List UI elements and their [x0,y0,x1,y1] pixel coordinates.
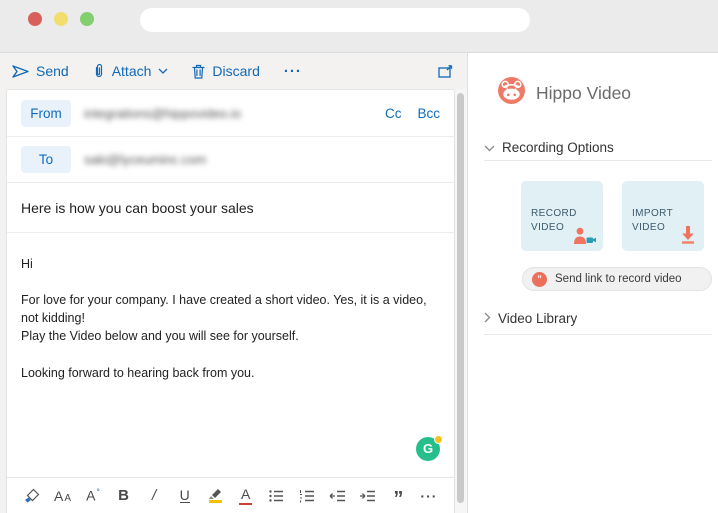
numbered-list-button[interactable] [298,488,316,504]
browser-chrome [0,0,718,52]
send-label: Send [36,63,69,79]
record-video-card[interactable]: RECORD VIDEO [521,181,603,251]
font-icon: AA [54,488,71,504]
more-formatting-button[interactable]: ··· [420,488,438,504]
compose-card: From integrations@hippovideo.io Cc Bcc T… [6,89,455,513]
formatting-toolbar: AA A° B / U A [7,477,454,513]
popout-icon [438,65,453,78]
minimize-button[interactable] [54,12,68,26]
to-field-button[interactable]: To [21,146,71,173]
video-library-section[interactable]: Video Library [484,311,577,326]
send-link-label: Send link to record video [555,273,682,285]
from-row: From integrations@hippovideo.io Cc Bcc [7,90,454,137]
format-painter-icon [24,488,40,504]
discard-button[interactable]: Discard [192,63,259,79]
italic-button[interactable]: / [145,487,163,504]
subject-input[interactable]: Here is how you can boost your sales [21,200,254,216]
speech-bubble-icon: ” [532,272,547,287]
bullet-list-button[interactable] [267,488,285,504]
open-in-new-window-button[interactable] [438,65,453,78]
close-button[interactable] [28,12,42,26]
font-color-button[interactable]: A [237,486,255,506]
import-video-label-1: IMPORT [632,207,704,221]
more-actions-button[interactable]: ··· [284,63,302,80]
attach-label: Attach [112,63,152,79]
increase-indent-button[interactable] [359,488,377,504]
hippo-video-panel: Hippo Video Recording Options RECORD VID… [467,53,718,513]
recording-cards: RECORD VIDEO IMPORT VIDEO [521,181,704,251]
chevron-down-icon [158,68,168,74]
section-divider [484,334,712,335]
indent-icon [359,488,376,504]
compose-pane: Send Attach Discard ··· From [0,53,467,513]
highlight-color-bar [209,500,222,503]
discard-label: Discard [212,63,259,79]
font-button[interactable]: AA [54,488,72,504]
recording-options-label: Recording Options [502,140,614,155]
app-header: Hippo Video [498,77,631,109]
from-address: integrations@hippovideo.io [84,106,241,121]
message-body[interactable]: Hi For love for your company. I have cre… [7,233,454,477]
body-greeting: Hi [21,255,440,273]
section-divider [484,160,712,161]
zoom-button[interactable] [80,12,94,26]
decrease-indent-button[interactable] [328,488,346,504]
underline-button[interactable]: U [176,488,194,504]
numbered-list-icon [299,488,315,504]
highlighter-icon [208,488,222,499]
send-button[interactable]: Send [12,63,69,79]
subject-row[interactable]: Here is how you can boost your sales [7,183,454,233]
chevron-down-icon [484,140,495,155]
attach-button[interactable]: Attach [93,63,169,79]
chevron-right-icon [484,311,491,326]
recording-options-section[interactable]: Recording Options [484,140,614,155]
grammarly-icon[interactable]: G [416,437,440,461]
outdent-icon [329,488,346,504]
compose-toolbar: Send Attach Discard ··· [0,53,467,89]
body-paragraph-1: For love for your company. I have create… [21,291,440,345]
bold-button[interactable]: B [115,487,133,504]
cc-bcc-links: Cc Bcc [385,106,440,121]
cc-link[interactable]: Cc [385,106,402,121]
bcc-link[interactable]: Bcc [417,106,440,121]
paperclip-icon [93,63,105,79]
font-color-bar [239,503,252,506]
trash-icon [192,64,205,79]
main-content: Send Attach Discard ··· From [0,52,718,513]
quote-button[interactable]: ” [389,488,407,504]
underline-icon: U [180,488,190,504]
send-icon [12,64,29,79]
font-size-icon: A° [86,487,100,504]
highlight-button[interactable] [206,488,224,503]
hippo-video-logo-icon [498,77,525,109]
app-window: Send Attach Discard ··· From [0,0,718,513]
format-painter-button[interactable] [23,488,41,504]
app-title: Hippo Video [536,83,631,104]
record-video-label-1: RECORD [531,207,603,221]
import-video-card[interactable]: IMPORT VIDEO [622,181,704,251]
video-library-label: Video Library [498,311,577,326]
to-row: To saki@lyceuminc.com [7,137,454,183]
grammarly-badge [434,435,443,444]
vertical-scrollbar[interactable] [455,89,467,513]
font-size-button[interactable]: A° [84,487,102,504]
from-field-button[interactable]: From [21,100,71,127]
grammarly-glyph: G [423,440,433,459]
address-bar[interactable] [140,8,530,32]
send-link-to-record-button[interactable]: ” Send link to record video [522,267,712,291]
to-address: saki@lyceuminc.com [84,152,206,167]
bullet-list-icon [268,488,284,504]
body-paragraph-2: Looking forward to hearing back from you… [21,364,440,382]
scrollbar-thumb[interactable] [457,93,464,503]
font-color-icon: A [241,486,250,502]
window-controls [28,12,94,26]
